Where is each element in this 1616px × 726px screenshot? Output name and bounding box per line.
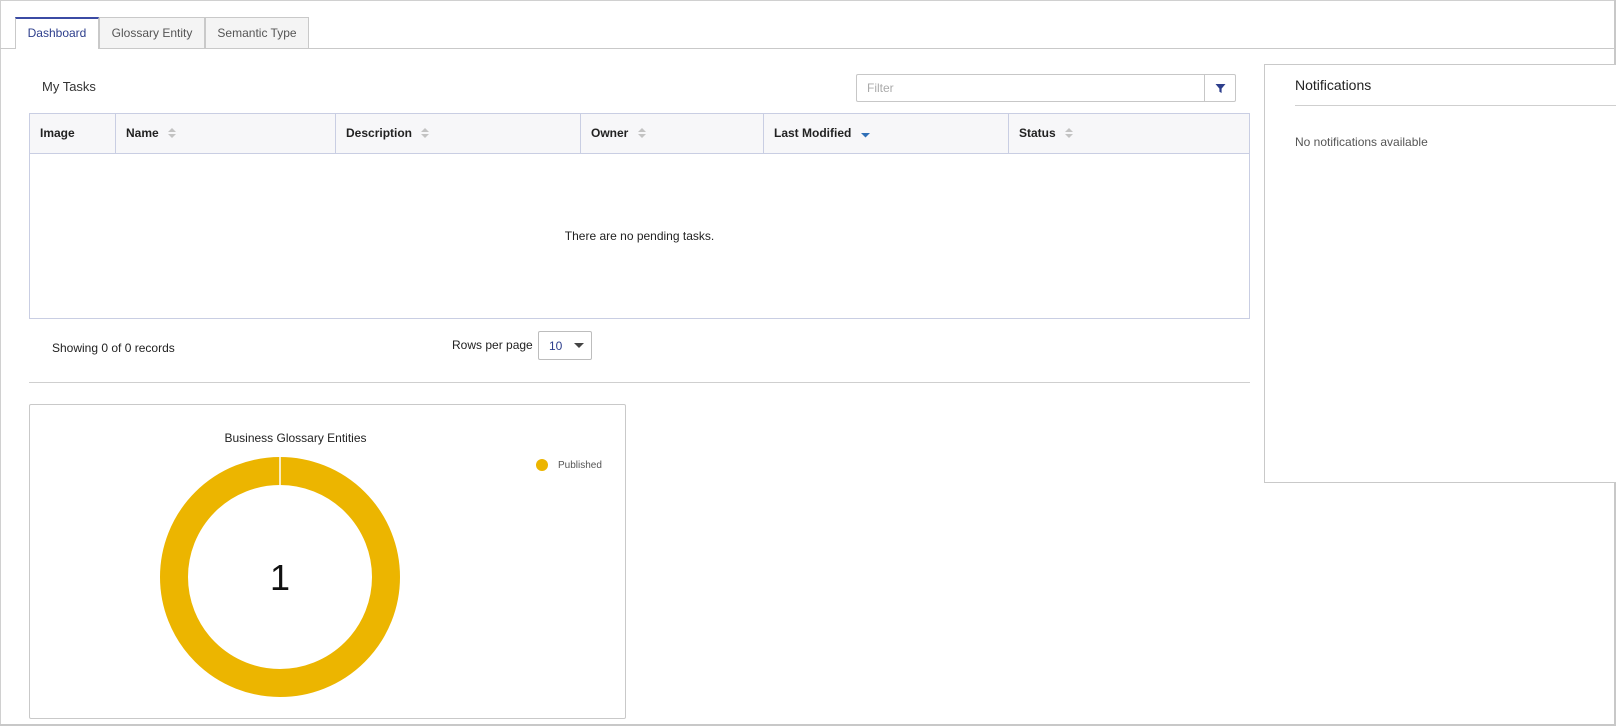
notifications-title: Notifications xyxy=(1295,77,1372,93)
rows-per-page-label: Rows per page xyxy=(452,338,533,352)
notifications-panel: Notifications No notifications available xyxy=(1264,64,1616,483)
tasks-table: Image Name Description Owner Last Modifi… xyxy=(29,113,1250,319)
column-label: Status xyxy=(1019,126,1056,140)
rows-per-page-select[interactable]: 10 xyxy=(538,331,592,360)
sort-icon xyxy=(637,127,646,138)
filter-icon xyxy=(1215,83,1225,93)
column-label: Image xyxy=(40,126,75,140)
rows-per-page-value: 10 xyxy=(549,339,563,353)
filter-input[interactable] xyxy=(857,75,1205,101)
column-label: Name xyxy=(126,126,159,140)
my-tasks-title: My Tasks xyxy=(42,79,96,94)
table-header: Image Name Description Owner Last Modifi… xyxy=(30,114,1249,154)
column-header-description[interactable]: Description xyxy=(336,114,581,153)
column-label: Description xyxy=(346,126,413,140)
donut-center-value: 1 xyxy=(270,557,290,598)
section-divider xyxy=(29,382,1250,383)
filter-button[interactable] xyxy=(1204,75,1235,101)
donut-chart: 1 xyxy=(160,457,400,697)
records-count: Showing 0 of 0 records xyxy=(52,341,175,355)
tab-dashboard[interactable]: Dashboard xyxy=(15,17,99,49)
column-header-name[interactable]: Name xyxy=(116,114,336,153)
empty-tasks-message: There are no pending tasks. xyxy=(564,229,715,243)
sort-desc-icon xyxy=(860,132,870,138)
column-header-image: Image xyxy=(30,114,116,153)
column-label: Last Modified xyxy=(774,126,852,140)
column-header-status[interactable]: Status xyxy=(1009,114,1249,153)
sort-icon xyxy=(421,127,430,138)
notifications-divider xyxy=(1295,105,1616,106)
notifications-empty-message: No notifications available xyxy=(1295,135,1428,149)
filter-box xyxy=(856,74,1236,102)
sort-icon xyxy=(168,127,177,138)
sort-icon xyxy=(1065,127,1074,138)
column-header-last-modified[interactable]: Last Modified xyxy=(764,114,1009,153)
business-glossary-chart-card: Business Glossary Entities Published 1 xyxy=(29,404,626,719)
column-header-owner[interactable]: Owner xyxy=(581,114,764,153)
tab-semantic-type[interactable]: Semantic Type xyxy=(205,17,309,48)
tab-glossary-entity[interactable]: Glossary Entity xyxy=(99,17,205,48)
tab-bar xyxy=(0,48,1616,49)
caret-down-icon xyxy=(574,343,584,348)
column-label: Owner xyxy=(591,126,629,140)
